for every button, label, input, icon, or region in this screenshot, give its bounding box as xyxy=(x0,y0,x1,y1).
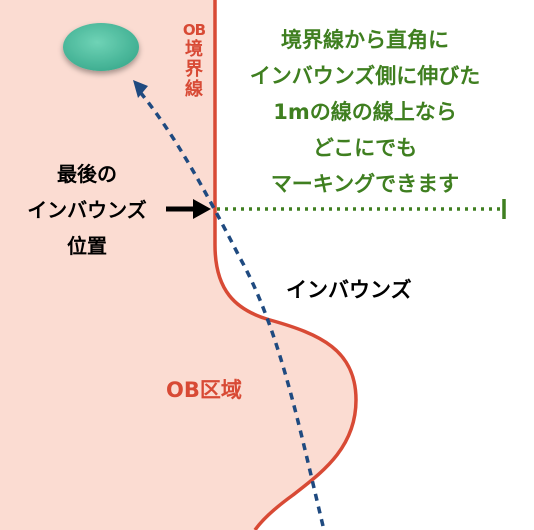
marking-note-line: 1mの線の線上なら xyxy=(273,100,457,124)
ob-boundary-label-char: 線 xyxy=(185,79,203,100)
marking-note-line: マーキングできます xyxy=(270,172,460,196)
ob-boundary-label-char: OB xyxy=(182,21,206,39)
ball-icon xyxy=(63,23,139,71)
ob-boundary-label: OB 境界線 xyxy=(181,20,207,100)
last-position-label-line: 最後の xyxy=(57,162,117,186)
ob-area-label: OB区域 xyxy=(166,378,242,402)
last-position-label-line: 位置 xyxy=(67,234,107,258)
last-position-label-line: インバウンズ xyxy=(27,198,147,222)
marking-note: 境界線から直角に インバウンズ側に伸びた 1mの線の線上なら どこにでも マーキ… xyxy=(210,22,520,202)
diagram-canvas: OB 境界線 境界線から直角に インバウンズ側に伸びた 1mの線の線上なら どこに… xyxy=(0,0,534,530)
ob-boundary-label-part: OB 境界線 xyxy=(181,20,207,100)
marking-note-line: 境界線から直角に xyxy=(281,28,449,52)
last-position-label: 最後の インバウンズ 位置 xyxy=(12,156,162,264)
ob-boundary-label-char: 境 xyxy=(185,39,203,60)
marking-note-line: インバウンズ側に伸びた xyxy=(249,64,481,88)
inbounds-label: インバウンズ xyxy=(286,278,412,302)
ob-boundary-label-char: 界 xyxy=(185,59,203,80)
marking-note-line: どこにでも xyxy=(312,136,418,160)
